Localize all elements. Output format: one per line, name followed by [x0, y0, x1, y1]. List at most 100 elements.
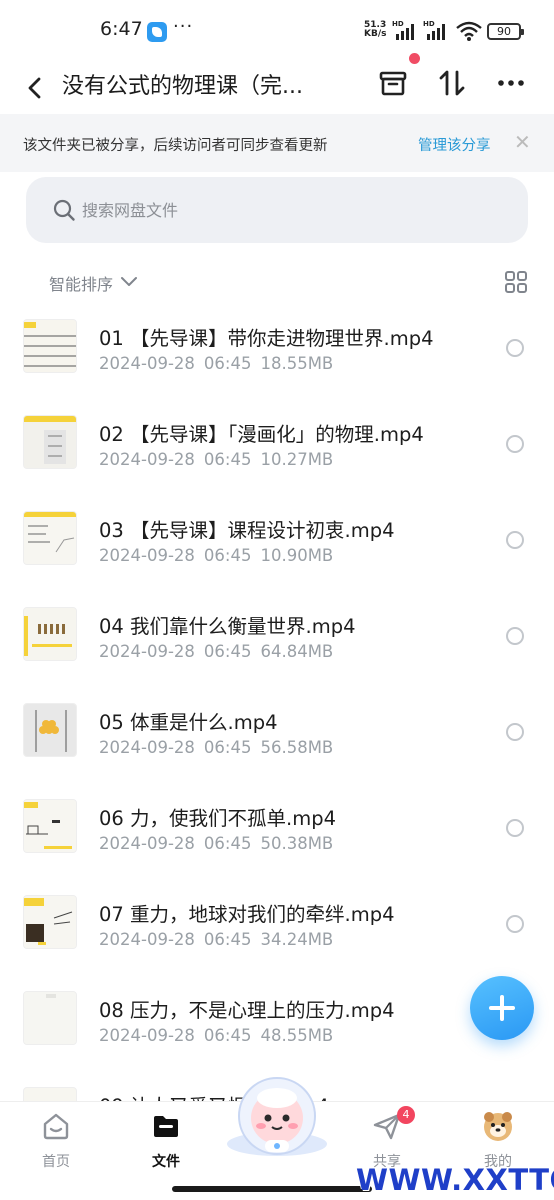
signal-icon-2 [427, 24, 445, 40]
chevron-down-icon[interactable] [120, 275, 138, 289]
avatar-icon [484, 1112, 512, 1141]
file-name: 06 力，使我们不孤单.mp4 [99, 807, 336, 830]
file-row[interactable]: 08 压力，不是心理上的压力.mp4 2024-09-28 06:45 48.55M… [0, 972, 554, 1068]
file-date: 2024-09-28 [99, 1026, 195, 1045]
file-size: 10.27MB [260, 450, 334, 469]
select-radio[interactable] [506, 819, 524, 837]
close-icon[interactable]: ✕ [514, 132, 531, 152]
file-size: 18.55MB [260, 354, 334, 373]
file-date: 2024-09-28 [99, 450, 195, 469]
file-meta: 2024-09-28 06:45 56.58MB [99, 738, 342, 757]
tab-label: 首页 [42, 1154, 70, 1170]
video-thumbnail [23, 799, 77, 853]
tab-home[interactable]: 首页 [6, 1106, 106, 1176]
file-date: 2024-09-28 [99, 738, 195, 757]
page-title: 没有公式的物理课（完... [62, 74, 303, 99]
notification-dot [409, 53, 420, 64]
file-row[interactable]: 03 【先导课】课程设计初衷.mp4 2024-09-28 06:45 10.90M… [0, 492, 554, 588]
file-date: 2024-09-28 [99, 834, 195, 853]
manage-share-link[interactable]: 管理该分享 [418, 134, 491, 155]
more-options-icon[interactable] [494, 66, 528, 100]
file-date: 2024-09-28 [99, 546, 195, 565]
select-radio[interactable] [506, 723, 524, 741]
file-row[interactable]: 04 我们靠什么衡量世界.mp4 2024-09-28 06:45 64.84MB [0, 588, 554, 684]
file-time: 06:45 [203, 834, 252, 853]
transfer-icon[interactable] [435, 66, 469, 100]
grid-view-icon[interactable] [504, 270, 528, 294]
header: 没有公式的物理课（完... [0, 53, 554, 114]
assistant-mascot-icon[interactable] [225, 1074, 329, 1158]
add-button[interactable] [470, 976, 534, 1040]
file-meta: 2024-09-28 06:45 64.84MB [99, 642, 342, 661]
file-row[interactable]: 05 体重是什么.mp4 2024-09-28 06:45 56.58MB [0, 684, 554, 780]
tab-files[interactable]: 文件 [116, 1106, 216, 1176]
home-indicator[interactable] [172, 1186, 372, 1192]
select-radio[interactable] [506, 627, 524, 645]
share-badge: 4 [397, 1106, 415, 1124]
archive-icon[interactable] [376, 66, 410, 100]
file-name: 08 压力，不是心理上的压力.mp4 [99, 999, 395, 1022]
file-row[interactable]: 01 【先导课】带你走进物理世界.mp4 2024-09-28 06:45 18.5… [0, 300, 554, 396]
file-name: 04 我们靠什么衡量世界.mp4 [99, 615, 356, 638]
status-time: 6:47 [100, 18, 143, 40]
search-input[interactable] [82, 195, 482, 225]
file-name: 05 体重是什么.mp4 [99, 711, 278, 734]
file-time: 06:45 [203, 354, 252, 373]
network-speed: 51.3 KB/s [364, 21, 386, 39]
wifi-icon [456, 21, 482, 41]
video-thumbnail [23, 607, 77, 661]
video-thumbnail [23, 319, 77, 373]
app-notification-icon [147, 22, 167, 42]
select-radio[interactable] [506, 339, 524, 357]
file-name: 03 【先导课】课程设计初衷.mp4 [99, 519, 395, 542]
file-size: 50.38MB [260, 834, 334, 853]
file-row[interactable]: 06 力，使我们不孤单.mp4 2024-09-28 06:45 50.38MB [0, 780, 554, 876]
network-speed-unit: KB/s [364, 29, 387, 39]
screen: 6:47 ··· 51.3 KB/s HD HD 90 没有公式的物理课（完.. [0, 0, 554, 1200]
file-size: 10.90MB [260, 546, 334, 565]
file-meta: 2024-09-28 06:45 34.24MB [99, 930, 342, 949]
file-time: 06:45 [203, 930, 252, 949]
video-thumbnail [23, 703, 77, 757]
file-time: 06:45 [203, 450, 252, 469]
back-arrow-icon[interactable] [22, 70, 48, 106]
file-row[interactable]: 02 【先导课】「漫画化」的物理.mp4 2024-09-28 06:45 10.2… [0, 396, 554, 492]
file-meta: 2024-09-28 06:45 10.27MB [99, 450, 342, 469]
file-size: 48.55MB [260, 1026, 334, 1045]
video-thumbnail [23, 511, 77, 565]
file-size: 64.84MB [260, 642, 334, 661]
file-time: 06:45 [203, 1026, 252, 1045]
select-radio[interactable] [506, 915, 524, 933]
select-radio[interactable] [506, 435, 524, 453]
tab-label: 文件 [152, 1154, 180, 1170]
search-bar[interactable] [26, 177, 528, 243]
signal-icon [396, 24, 414, 40]
watermark: WWW.XXTTQ.COM [356, 1163, 554, 1197]
folder-icon [154, 1116, 178, 1137]
file-date: 2024-09-28 [99, 930, 195, 949]
file-time: 06:45 [203, 642, 252, 661]
file-name: 02 【先导课】「漫画化」的物理.mp4 [99, 423, 424, 446]
share-banner-text: 该文件夹已被分享，后续访问者可同步查看更新 [23, 138, 328, 154]
sort-dropdown[interactable]: 智能排序 [49, 271, 113, 295]
file-time: 06:45 [203, 546, 252, 565]
sort-row: 智能排序 [0, 266, 554, 300]
file-meta: 2024-09-28 06:45 48.55MB [99, 1026, 342, 1045]
more-notifications-icon: ··· [173, 16, 194, 37]
file-row[interactable]: 07 重力，地球对我们的牵绊.mp4 2024-09-28 06:45 34.24M… [0, 876, 554, 972]
video-thumbnail [23, 895, 77, 949]
search-icon [53, 199, 75, 221]
file-name: 07 重力，地球对我们的牵绊.mp4 [99, 903, 395, 926]
file-name: 01 【先导课】带你走进物理世界.mp4 [99, 327, 434, 350]
select-radio[interactable] [506, 531, 524, 549]
share-banner: 该文件夹已被分享，后续访问者可同步查看更新 管理该分享 ✕ [0, 114, 554, 172]
file-meta: 2024-09-28 06:45 18.55MB [99, 354, 342, 373]
file-date: 2024-09-28 [99, 642, 195, 661]
file-meta: 2024-09-28 06:45 10.90MB [99, 546, 342, 565]
battery-icon: 90 [487, 23, 524, 40]
home-icon [43, 1113, 69, 1140]
file-meta: 2024-09-28 06:45 50.38MB [99, 834, 342, 853]
file-size: 56.58MB [260, 738, 334, 757]
file-date: 2024-09-28 [99, 354, 195, 373]
video-thumbnail [23, 415, 77, 469]
